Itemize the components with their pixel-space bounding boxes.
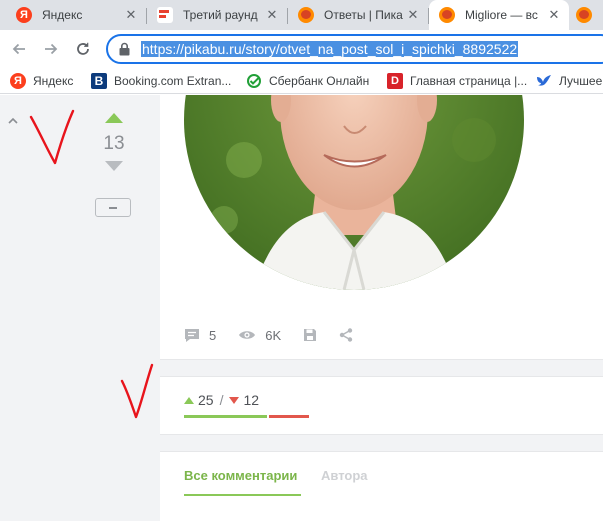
save-button[interactable] (303, 328, 317, 342)
bookmark-label: Яндекс (33, 74, 74, 88)
vote-up-icon[interactable] (105, 113, 123, 123)
rating-summary: 25 / 12 (184, 392, 259, 408)
pikabu-icon (576, 7, 592, 23)
rating-bar-positive (184, 415, 267, 418)
red-check-mark-annotation (29, 109, 75, 165)
plus-triangle-icon (184, 396, 194, 404)
post-rating: 13 (103, 133, 125, 154)
tab-title: Migliore — вс (465, 8, 538, 22)
page-content: 13 5 6K 25 / 12 Все комментарии Автора (0, 95, 603, 521)
bookmark-label: Лучшее (559, 74, 603, 88)
collapse-button[interactable] (95, 198, 131, 217)
lock-icon (119, 42, 130, 56)
tab-title: Третий раунд (183, 8, 258, 22)
minus-count: 12 (243, 392, 260, 408)
tab-partial[interactable] (570, 0, 603, 30)
bookmark-booking[interactable]: B Booking.com Extran... (91, 72, 231, 90)
yandex-icon: Я (16, 7, 32, 23)
bookmark-main-page[interactable]: D Главная страница |... (387, 72, 527, 90)
bookmark-label: Главная страница |... (410, 74, 528, 88)
reload-button[interactable] (73, 39, 93, 59)
tab-migliore[interactable]: Migliore — вс ✕ (429, 0, 569, 30)
pikabu-icon (439, 7, 455, 23)
sberbank-icon (247, 74, 261, 88)
bookmarks-bar: Я Яндекс B Booking.com Extran... Сбербан… (0, 68, 603, 94)
tab-title: Ответы | Пика (324, 8, 403, 22)
close-icon[interactable]: ✕ (547, 8, 561, 22)
tab-round[interactable]: Третий раунд ✕ (147, 0, 287, 30)
post-stats: 5 6K (184, 325, 353, 345)
comment-icon (185, 328, 199, 342)
tab-author-comments[interactable]: Автора (321, 468, 368, 483)
bookmark-sberbank[interactable]: Сбербанк Онлайн (246, 72, 369, 90)
url-text[interactable]: https://pikabu.ru/story/otvet_na_post_so… (141, 41, 519, 57)
booking-icon: B (91, 73, 107, 89)
reload-icon (77, 42, 89, 55)
save-icon (304, 329, 317, 341)
close-icon[interactable]: ✕ (124, 8, 138, 22)
address-bar[interactable]: https://pikabu.ru/story/otvet_na_post_so… (106, 34, 603, 64)
post-card: 5 6K (160, 95, 603, 360)
pikabu-icon (298, 7, 314, 23)
eye-icon (239, 331, 256, 339)
bookmark-label: Booking.com Extran... (114, 74, 232, 88)
bird-icon (537, 75, 551, 86)
comments-card: Все комментарии Автора (160, 451, 603, 521)
red-check-mark-annotation (120, 363, 154, 419)
tab-answers[interactable]: Ответы | Пика ✕ (288, 0, 428, 30)
bookmark-label: Сбербанк Онлайн (269, 74, 370, 88)
document-icon (157, 7, 173, 23)
minus-triangle-icon (229, 396, 240, 404)
bookmark-yandex[interactable]: Я Яндекс (10, 72, 73, 90)
plus-count: 25 (198, 392, 214, 408)
rating-separator: / (219, 392, 224, 408)
forward-button[interactable] (41, 39, 61, 59)
vote-down-icon[interactable] (105, 161, 123, 171)
photo-image (184, 95, 524, 290)
rating-card: 25 / 12 (160, 376, 603, 435)
rating-bar (184, 415, 309, 418)
rating-bar-negative (269, 415, 309, 418)
active-tab-indicator (184, 494, 301, 496)
tab-yandex[interactable]: Я Яндекс ✕ (0, 0, 146, 30)
share-button[interactable] (339, 328, 353, 342)
comments-button[interactable] (184, 328, 200, 343)
forward-arrow-icon (45, 43, 58, 55)
share-icon (339, 328, 353, 342)
comments-count: 5 (209, 327, 217, 343)
tab-strip: Я Яндекс ✕ Третий раунд ✕ Ответы | Пика … (0, 0, 603, 30)
close-icon[interactable]: ✕ (265, 8, 279, 22)
tab-all-comments[interactable]: Все комментарии (184, 468, 297, 483)
views-count: 6K (265, 327, 282, 343)
chevron-up-icon[interactable] (8, 117, 18, 124)
back-arrow-icon (12, 43, 25, 55)
d-icon: D (387, 73, 403, 89)
back-button[interactable] (9, 39, 29, 59)
views-indicator (238, 329, 256, 341)
bookmark-best[interactable]: Лучшее (536, 72, 602, 90)
browser-toolbar: https://pikabu.ru/story/otvet_na_post_so… (0, 30, 603, 68)
tab-title: Яндекс (42, 8, 83, 22)
close-icon[interactable]: ✕ (406, 8, 420, 22)
yandex-icon: Я (10, 73, 26, 89)
author-photo (184, 95, 524, 290)
